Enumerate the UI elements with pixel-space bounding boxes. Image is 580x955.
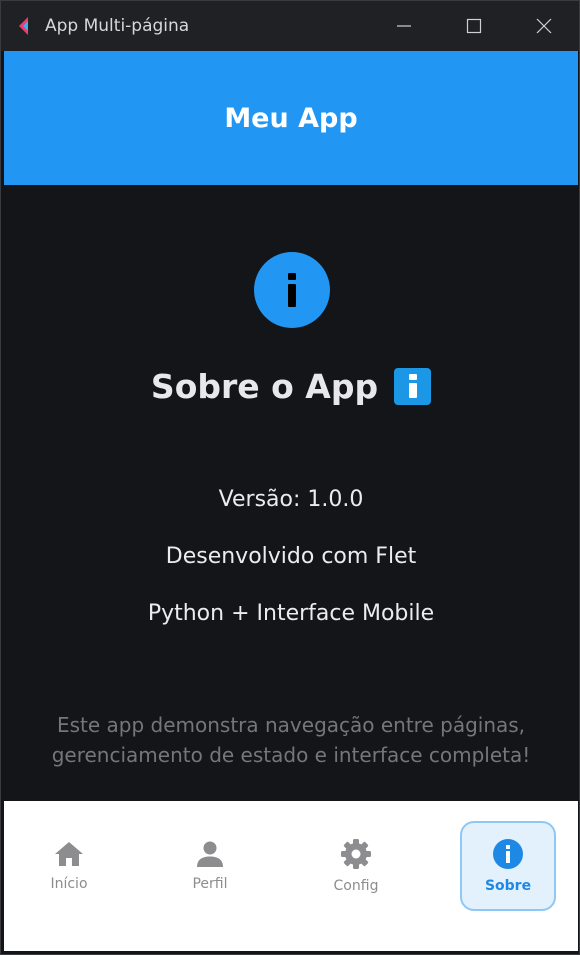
nav-item-perfil[interactable]: Perfil — [160, 821, 260, 911]
about-page: Sobre o App Versão: 1.0.0 Desenvolvido c… — [4, 185, 578, 801]
close-button[interactable] — [509, 1, 579, 51]
app-description: Este app demonstra navegação entre págin… — [51, 713, 531, 767]
maximize-icon — [466, 18, 482, 34]
minimize-button[interactable] — [369, 1, 439, 51]
nav-label-config: Config — [333, 878, 379, 894]
nav-label-perfil: Perfil — [192, 876, 228, 892]
app-bar: Meu App — [4, 51, 578, 185]
flet-logo-icon — [17, 16, 37, 36]
info-emoji-icon — [394, 367, 432, 405]
nav-item-inicio[interactable]: Início — [19, 821, 119, 911]
close-icon — [536, 18, 552, 34]
app-window: App Multi-página Meu App Sobre o App Ver… — [0, 0, 580, 955]
page-title: Sobre o App — [150, 366, 379, 406]
info-icon — [254, 252, 330, 328]
nav-item-sobre[interactable]: Sobre — [460, 821, 556, 911]
tech-text: Python + Interface Mobile — [147, 601, 435, 626]
app-bar-title: Meu App — [224, 102, 358, 134]
maximize-button[interactable] — [439, 1, 509, 51]
nav-label-sobre: Sobre — [484, 878, 532, 894]
minimize-icon — [397, 25, 411, 27]
window-title: App Multi-página — [45, 16, 190, 36]
bottom-navigation: Início Perfil Config Sobre — [4, 801, 578, 951]
home-icon — [55, 842, 83, 866]
version-text: Versão: 1.0.0 — [218, 487, 364, 512]
nav-label-inicio: Início — [50, 876, 88, 892]
window-controls — [369, 1, 579, 51]
title-bar[interactable]: App Multi-página — [1, 1, 579, 51]
built-with-text: Desenvolvido com Flet — [165, 544, 417, 569]
nav-item-config[interactable]: Config — [306, 821, 406, 911]
gear-icon — [341, 839, 371, 869]
info-icon — [493, 839, 523, 869]
person-icon — [197, 841, 223, 867]
about-title-row: Sobre o App — [4, 361, 578, 411]
